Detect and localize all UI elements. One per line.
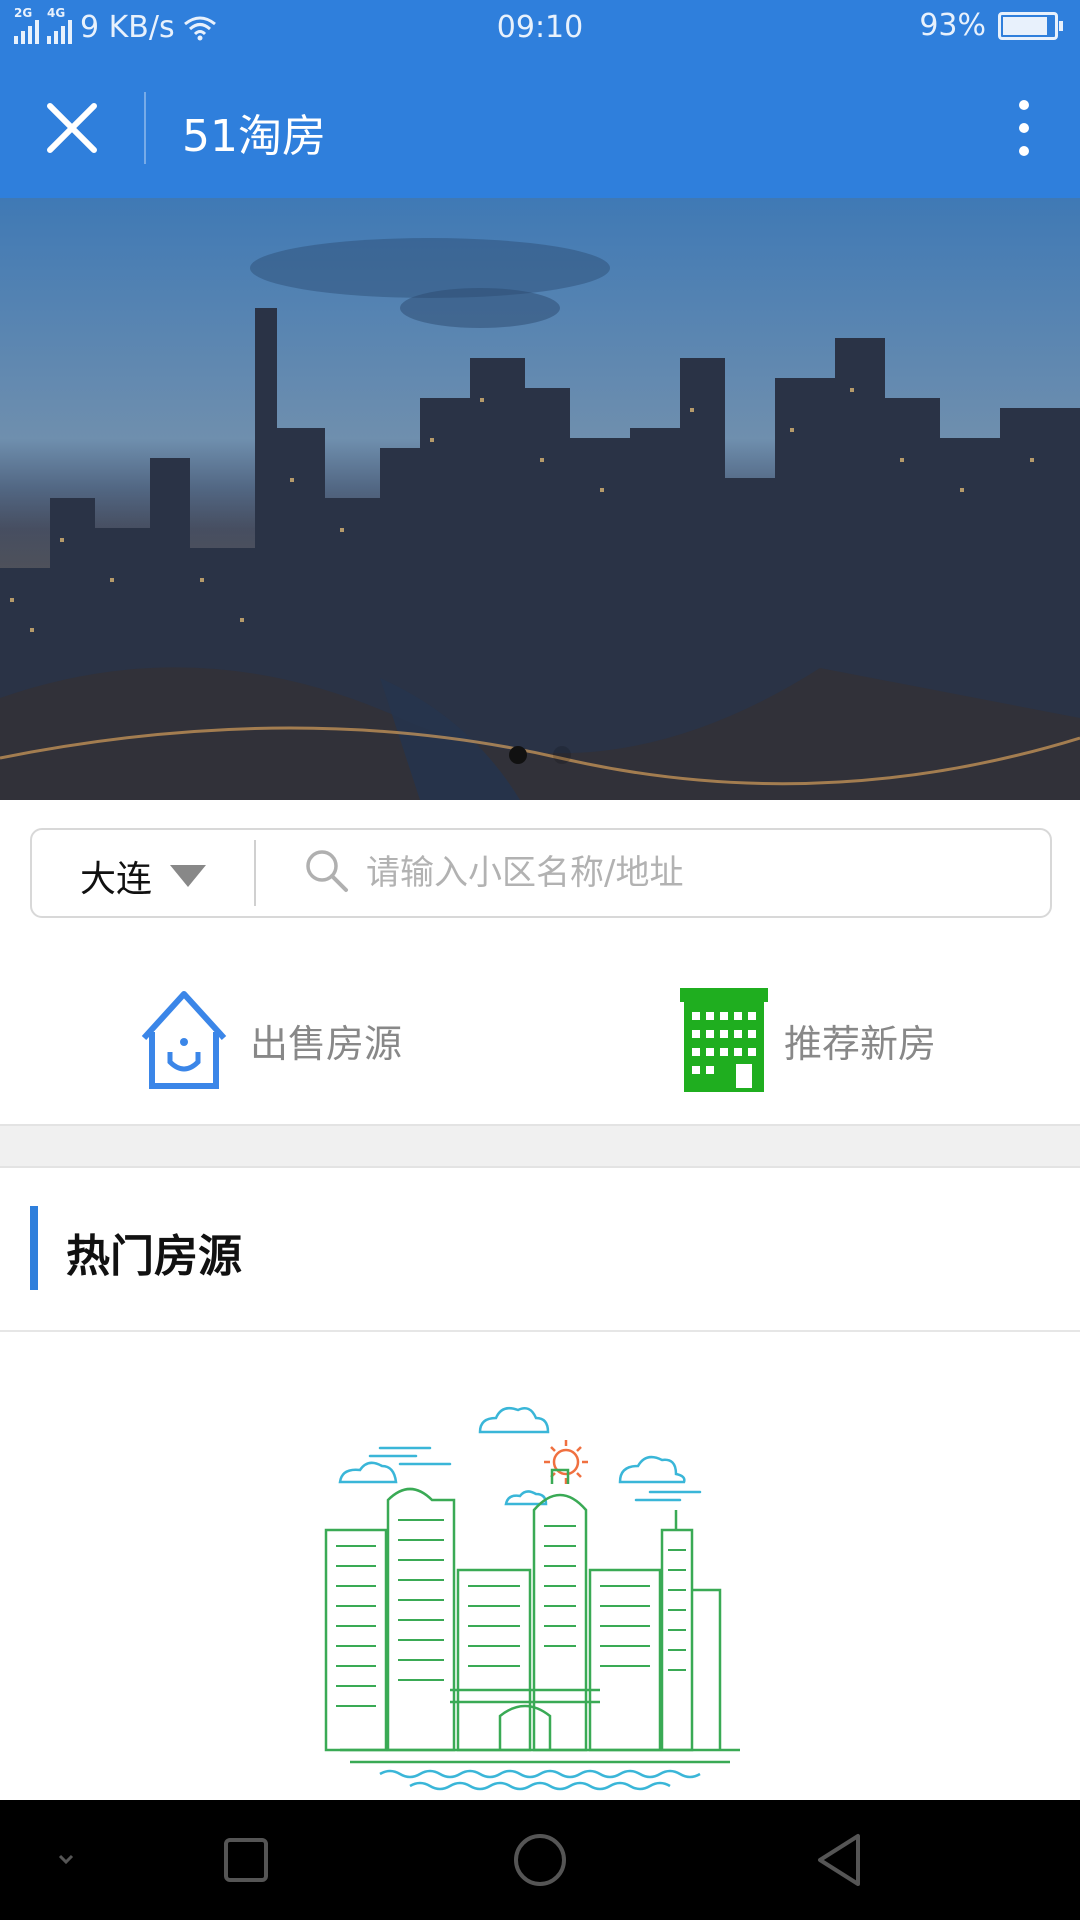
banner-carousel[interactable]: [0, 198, 1080, 800]
status-right: 93%: [919, 8, 1063, 43]
new-homes-label: 推荐新房: [784, 1021, 937, 1066]
battery-icon: [998, 11, 1063, 40]
battery-percent: 93%: [919, 8, 986, 43]
carousel-dot[interactable]: [552, 746, 571, 764]
more-dot: [1019, 146, 1029, 156]
section-separator: [0, 1124, 1080, 1168]
quick-links: 出售房源 推荐新房: [0, 960, 1080, 1124]
close-button[interactable]: [40, 96, 104, 160]
carousel-indicator: [0, 746, 1080, 768]
system-nav-bar: [0, 1800, 1080, 1920]
hot-listings-header: 热门房源: [0, 1166, 1080, 1332]
carousel-dot-active[interactable]: [509, 746, 528, 764]
city-label: 大连: [80, 859, 153, 900]
clock: 09:10: [496, 10, 584, 45]
search-bar: 大连: [30, 828, 1052, 918]
city-selector[interactable]: 大连: [80, 850, 207, 902]
app-bar-divider: [144, 92, 146, 164]
triangle-back-icon: [818, 1834, 860, 1886]
page-title: 51淘房: [182, 111, 326, 162]
back-button[interactable]: [800, 1820, 880, 1900]
more-options-button[interactable]: [992, 92, 1052, 164]
building-icon: [680, 988, 768, 1092]
app-bar: 51淘房: [0, 58, 1080, 198]
hide-nav-button[interactable]: [26, 1820, 106, 1900]
search-icon: [306, 850, 348, 892]
triangle-down-icon: [170, 865, 207, 887]
search-divider: [254, 840, 256, 906]
chevron-down-icon: [58, 1854, 74, 1865]
circle-icon: [514, 1834, 566, 1886]
recent-apps-button[interactable]: [206, 1820, 286, 1900]
sale-listings-link[interactable]: 出售房源: [134, 980, 402, 1100]
section-title: 热门房源: [66, 1231, 242, 1282]
search-input[interactable]: [364, 844, 1008, 902]
more-dot: [1019, 123, 1029, 133]
square-icon: [224, 1838, 268, 1882]
status-bar: 2G 4G 9 KB/s 09:10 93%: [0, 0, 1080, 58]
city-skyline-photo: [0, 198, 1080, 800]
close-icon: [47, 103, 97, 153]
section-accent-bar: [30, 1206, 38, 1290]
home-button[interactable]: [500, 1820, 580, 1900]
new-homes-link[interactable]: 推荐新房: [680, 980, 936, 1100]
city-illustration: [324, 1407, 740, 1791]
more-dot: [1019, 100, 1029, 110]
sale-listings-label: 出售房源: [250, 1021, 403, 1066]
house-icon: [141, 991, 227, 1089]
